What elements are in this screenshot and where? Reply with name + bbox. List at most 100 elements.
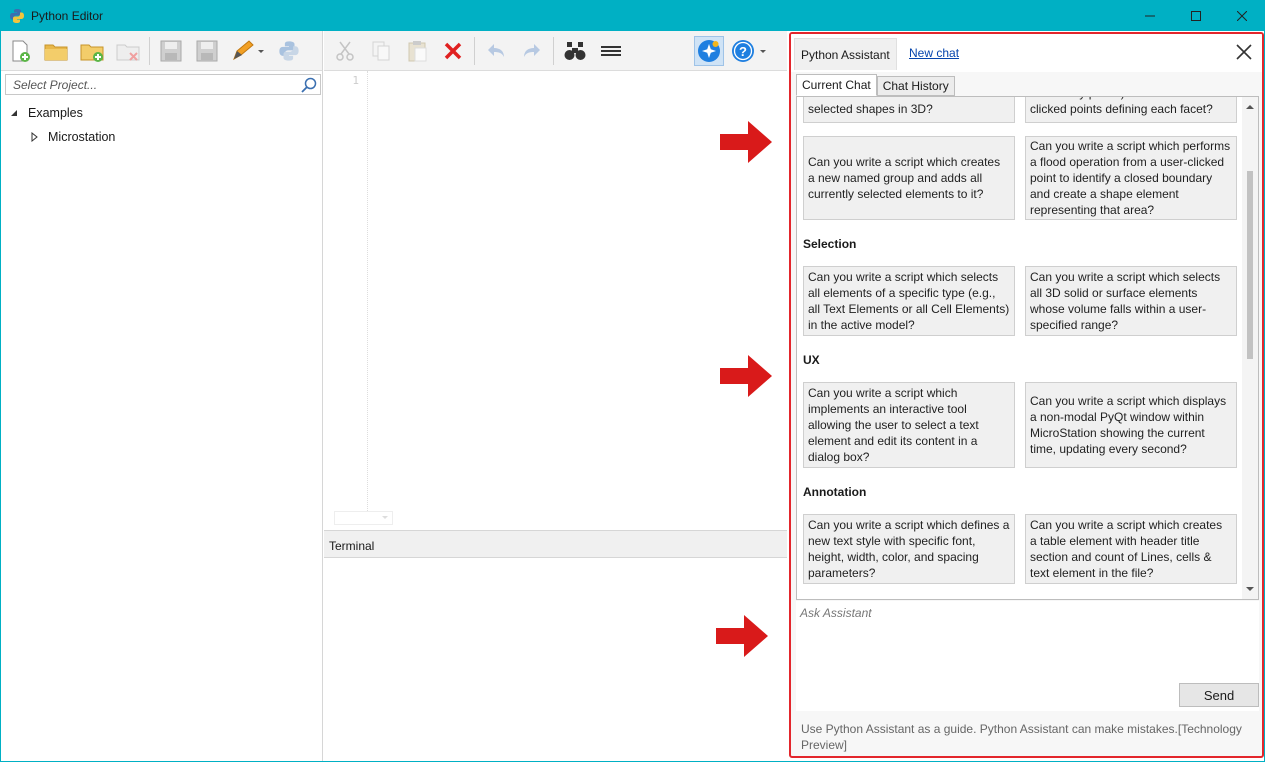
title-bar: Python Editor [0,0,1265,31]
suggestion-text: Can you write a script which implements … [808,386,979,464]
paste-button[interactable] [402,36,432,66]
section-title-ux: UX [803,353,820,367]
maximize-button[interactable] [1173,0,1219,31]
suggestion-text: Can you write a script which creates a t… [1030,518,1223,580]
add-folder-button[interactable] [77,36,107,66]
annotation-arrow-icon [720,355,772,397]
remove-folder-icon [116,44,140,61]
new-chat-link[interactable]: New chat [909,46,959,60]
copy-button[interactable] [366,36,396,66]
find-button[interactable] [560,36,590,66]
suggestion-card[interactable]: Can you write a script which implements … [803,382,1015,468]
suggestion-text: Can you write a script which displays a … [1030,394,1227,456]
undo-icon [488,43,504,57]
redo-button[interactable] [517,36,547,66]
suggestion-card[interactable]: Can you write a script which creates a t… [1025,514,1237,584]
close-icon [1237,10,1247,21]
pencil-icon [233,39,264,60]
cut-button[interactable] [330,36,360,66]
tab-chat-history[interactable]: Chat History [876,76,955,96]
suggestion-text: Can you write a script which defines a n… [808,518,1010,580]
line-number: 1 [352,74,359,87]
assistant-sparkle-icon [698,39,720,62]
suggestion-card[interactable]: Can you write a script which defines a n… [803,514,1015,584]
suggestions-scrollbar[interactable] [1242,97,1258,599]
svg-text:?: ? [739,44,747,59]
edit-button[interactable] [228,36,268,66]
assistant-tab[interactable]: Python Assistant [794,38,897,70]
assistant-header: Python Assistant New chat [791,34,1262,72]
scissors-icon [336,41,354,61]
open-folder-icon [44,44,68,60]
scroll-down-arrow-icon[interactable] [1246,585,1254,593]
suggestion-card[interactable]: Can you write a script which performs a … [1025,136,1237,220]
help-icon: ? [732,39,766,62]
expanded-arrow-icon[interactable] [9,108,19,118]
suggestion-card[interactable]: Can you write a script which selects all… [803,266,1015,336]
python-icon [279,40,299,61]
suggestion-card[interactable]: Can you write a script which displays a … [1025,382,1237,468]
scroll-thumb[interactable] [1247,171,1253,359]
disclaimer-text: Use Python Assistant as a guide. Python … [801,722,1242,752]
terminal-output[interactable] [324,558,787,761]
suggestion-text: defined by points) based on user-clicked… [1030,97,1213,116]
maximize-icon [1191,10,1201,21]
close-window-button[interactable] [1219,0,1265,31]
copy-icon [372,41,390,60]
suggestion-card[interactable]: selected shapes in 3D? [803,97,1015,123]
editor-toolbar: ? [324,31,787,71]
delete-button[interactable] [438,36,468,66]
suggestions-list[interactable]: selected shapes in 3D? defined by points… [796,96,1259,600]
suggestion-text: Can you write a script which selects all… [808,270,1010,332]
menu-button[interactable] [596,36,626,66]
assistant-tab-label: Python Assistant [801,47,890,62]
python-assistant-panel: Python Assistant New chat Current Chat C… [789,32,1264,758]
project-select-placeholder: Select Project... [13,78,98,92]
save-all-button[interactable] [192,36,222,66]
new-file-icon [12,40,30,62]
help-button[interactable]: ? [730,36,770,66]
section-title-selection: Selection [803,237,857,251]
new-file-button[interactable] [5,36,35,66]
suggestion-text: selected shapes in 3D? [808,102,933,116]
suggestion-card[interactable]: defined by points) based on user-clicked… [1025,97,1237,123]
chat-tabs: Current Chat Chat History [796,74,955,96]
remove-folder-button[interactable] [113,36,143,66]
tab-current-chat[interactable]: Current Chat [796,74,877,96]
annotation-arrow-icon [720,121,772,163]
suggestion-card[interactable]: Can you write a script which selects all… [1025,266,1237,336]
suggestion-text: Can you write a script which creates a n… [808,155,1001,201]
undo-button[interactable] [481,36,511,66]
project-toolbar [1,31,322,71]
window-title: Python Editor [31,8,104,23]
annotation-arrow-icon [716,615,768,657]
send-button[interactable]: Send [1179,683,1259,707]
zoom-dropdown-icon[interactable] [334,511,394,525]
search-icon[interactable] [300,76,318,94]
tree-item-examples[interactable]: Examples [1,101,321,125]
minimize-icon [1145,15,1155,16]
save-all-icon [196,40,218,61]
terminal-label: Terminal [329,539,375,553]
suggestion-text: Can you write a script which performs a … [1030,139,1231,217]
redo-icon [524,43,540,57]
assistant-toggle-button[interactable] [694,35,724,66]
suggestion-text: Can you write a script which selects all… [1030,270,1221,332]
collapsed-arrow-icon[interactable] [29,132,39,142]
line-number-gutter: 1 [324,71,368,511]
delete-x-icon [444,42,462,59]
project-select-input[interactable]: Select Project... [5,74,321,95]
tree-item-label: Microstation [48,130,116,144]
open-folder-button[interactable] [41,36,71,66]
suggestion-card[interactable]: Can you write a script which creates a n… [803,136,1015,220]
minimize-button[interactable] [1127,0,1173,31]
binoculars-icon [564,41,586,60]
python-run-button[interactable] [274,36,304,66]
project-pane: Select Project... Examples Microstation [1,31,323,761]
close-assistant-icon[interactable] [1234,42,1254,62]
scroll-up-arrow-icon[interactable] [1246,103,1254,111]
menu-lines-icon [601,45,621,56]
tree-item-microstation[interactable]: Microstation [1,125,321,149]
save-button[interactable] [156,36,186,66]
editor-footer [324,508,787,528]
